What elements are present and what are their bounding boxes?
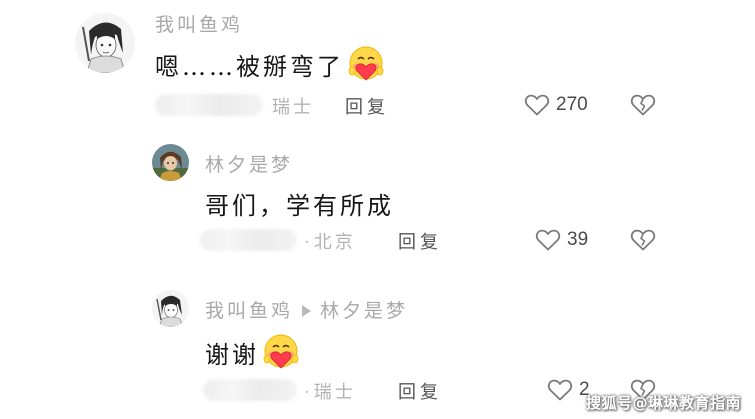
separator-dot: · (304, 382, 310, 403)
location: · 北京 (304, 228, 356, 254)
comment-text-content: 哥们，学有所成 (205, 192, 394, 220)
reply-thread-users: 我叫鱼鸡 林夕是梦 (205, 296, 408, 323)
heart-outline-icon (524, 93, 550, 117)
blush-heart-emoji-icon (261, 332, 301, 372)
blurred-timestamp (200, 229, 297, 251)
location-text: 北京 (313, 232, 356, 253)
avatar[interactable] (75, 13, 135, 73)
comment-text: 哥们，学有所成 (205, 186, 394, 221)
like-count: 39 (567, 229, 589, 250)
avatar[interactable] (152, 144, 189, 181)
blush-heart-emoji-icon (346, 44, 386, 84)
username[interactable]: 我叫鱼鸡 (155, 10, 243, 37)
blurred-timestamp (155, 94, 263, 116)
location-text: 瑞士 (313, 382, 356, 403)
comment-text-content: 谢谢 (205, 340, 259, 369)
avatar[interactable] (152, 290, 189, 327)
like-button[interactable]: 2 (547, 378, 590, 402)
separator-dot: · (304, 232, 310, 253)
comment-text: 谢谢 (205, 332, 301, 372)
reply-button[interactable]: 回复 (398, 228, 442, 254)
heart-outline-icon (535, 228, 561, 252)
comment-text: 嗯……被掰弯了 (155, 44, 386, 84)
reply-to-username[interactable]: 林夕是梦 (320, 300, 408, 322)
like-button[interactable]: 39 (535, 228, 588, 252)
username[interactable]: 我叫鱼鸡 (205, 300, 293, 322)
reply-button[interactable]: 回复 (398, 378, 442, 404)
location: 瑞士 (272, 97, 314, 118)
location: · 瑞士 (304, 378, 356, 404)
comment-text-content: 嗯……被掰弯了 (155, 52, 344, 81)
like-button[interactable]: 270 (524, 93, 588, 117)
broken-heart-icon (630, 228, 656, 252)
triangle-arrow-icon (302, 305, 312, 317)
broken-heart-icon (630, 93, 656, 117)
heart-outline-icon (547, 378, 573, 402)
watermark: 搜狐号@琳琳教育指南 (586, 394, 742, 412)
dislike-button[interactable] (630, 228, 656, 252)
reply-button[interactable]: 回复 (345, 93, 389, 119)
username[interactable]: 林夕是梦 (205, 150, 293, 177)
dislike-button[interactable] (630, 93, 656, 117)
like-count: 270 (556, 94, 588, 115)
blurred-timestamp (203, 379, 297, 401)
